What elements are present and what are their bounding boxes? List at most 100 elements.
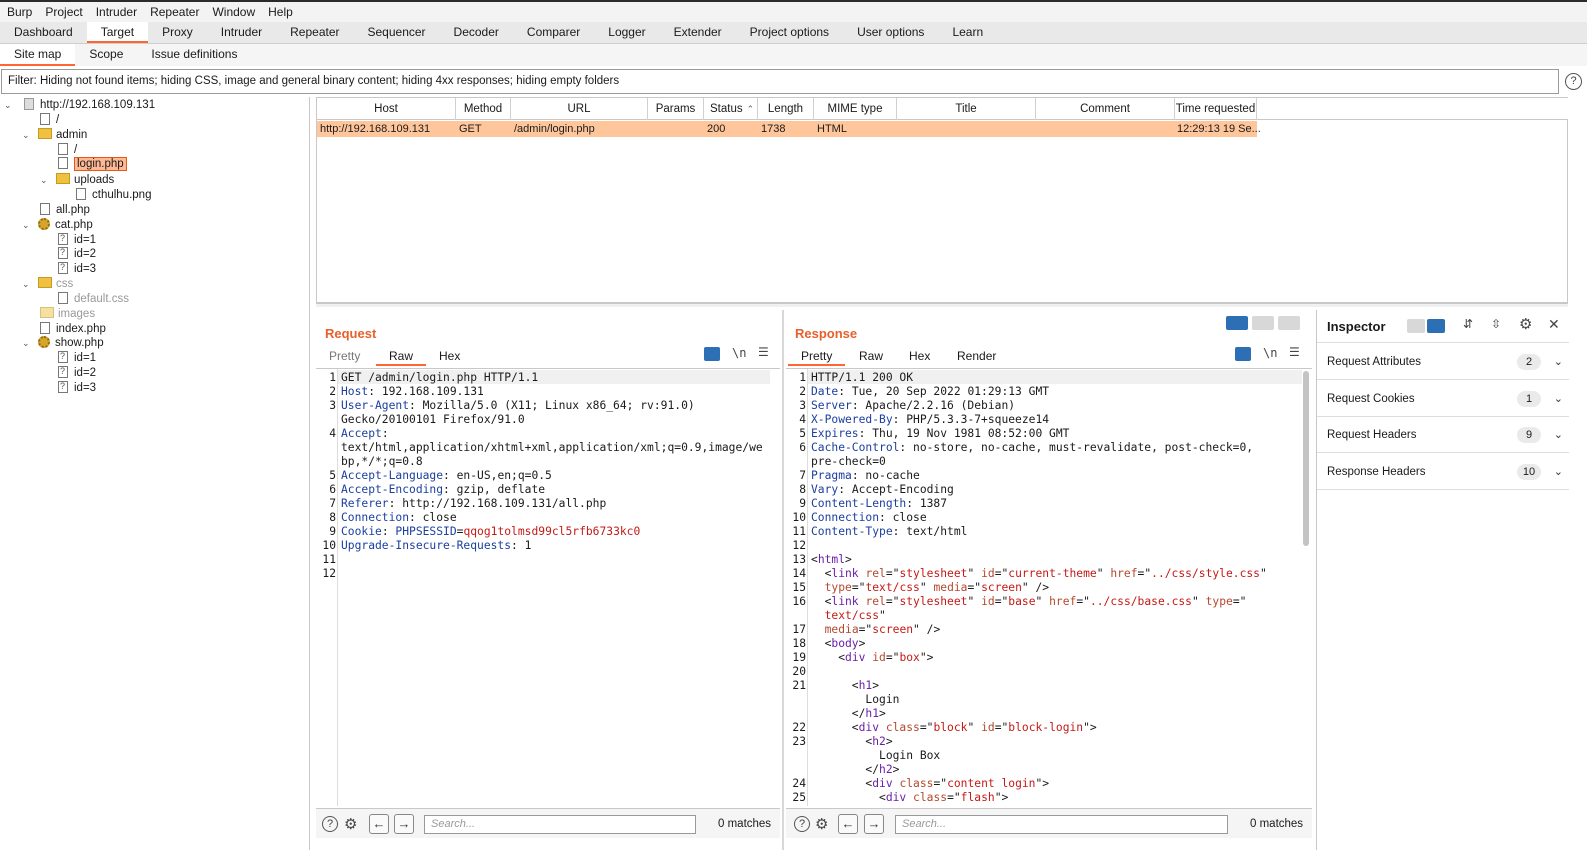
menu-repeater[interactable]: Repeater bbox=[145, 5, 207, 19]
column-header-time-requested[interactable]: Time requested bbox=[1175, 98, 1257, 120]
request-editor[interactable]: 1 GET /admin/login.php HTTP/1.1 2 Host: 192… bbox=[316, 368, 780, 806]
tab-decoder[interactable]: Decoder bbox=[440, 22, 513, 43]
filter-bar[interactable]: Filter: Hiding not found items; hiding C… bbox=[1, 69, 1559, 94]
next-match-button[interactable]: → bbox=[394, 814, 414, 834]
menu-burp[interactable]: Burp bbox=[2, 5, 40, 19]
tab-issue-definitions[interactable]: Issue definitions bbox=[137, 44, 251, 66]
chevron-down-icon[interactable]: ⌄ bbox=[22, 336, 30, 351]
next-match-button[interactable]: → bbox=[864, 814, 884, 834]
column-header-method[interactable]: Method bbox=[456, 98, 511, 120]
inspector-layout-split-button[interactable] bbox=[1427, 319, 1445, 333]
line-number: 16 bbox=[792, 595, 806, 608]
response-scrollbar[interactable] bbox=[1303, 371, 1309, 546]
tree-item-cat-id3[interactable]: id=3 bbox=[58, 260, 96, 277]
request-tab-raw[interactable]: Raw bbox=[376, 346, 427, 366]
column-header-title[interactable]: Title bbox=[897, 98, 1036, 120]
tree-label: id=1 bbox=[74, 234, 97, 246]
tab-comparer[interactable]: Comparer bbox=[513, 22, 594, 43]
tree-item-css[interactable]: ⌄ css bbox=[22, 277, 73, 292]
help-icon[interactable]: ? bbox=[322, 816, 338, 832]
layout-split-horizontal-button[interactable] bbox=[1226, 316, 1248, 330]
chevron-down-icon[interactable]: ⌄ bbox=[40, 173, 48, 188]
help-icon[interactable]: ? bbox=[1565, 73, 1582, 90]
chevron-down-icon[interactable]: ⌄ bbox=[22, 277, 30, 292]
newline-toggle-icon[interactable]: \n bbox=[1263, 346, 1277, 360]
chevron-down-icon[interactable]: ⌄ bbox=[22, 218, 30, 233]
column-header-length[interactable]: Length bbox=[758, 98, 814, 120]
tree-item-default-css[interactable]: default.css bbox=[58, 292, 129, 307]
previous-match-button[interactable]: ← bbox=[369, 814, 389, 834]
previous-match-button[interactable]: ← bbox=[838, 814, 858, 834]
request-tab-hex[interactable]: Hex bbox=[426, 346, 473, 366]
response-tab-hex[interactable]: Hex bbox=[896, 346, 943, 366]
tree-item-uploads[interactable]: ⌄ uploads bbox=[40, 173, 114, 188]
column-header-host[interactable]: Host bbox=[317, 98, 456, 120]
table-row[interactable]: http://192.168.109.131 GET /admin/login.… bbox=[317, 121, 1261, 137]
column-header-url[interactable]: URL bbox=[511, 98, 648, 120]
menu-icon[interactable]: ☰ bbox=[1289, 345, 1300, 359]
column-header-status[interactable]: Status ⌃ bbox=[704, 98, 758, 120]
inspector-section-request-headers[interactable]: Request Headers 9 ⌄ bbox=[1317, 417, 1569, 453]
tab-target[interactable]: Target bbox=[86, 22, 149, 43]
tab-learn[interactable]: Learn bbox=[938, 22, 997, 43]
inspector-section-request-cookies[interactable]: Request Cookies 1 ⌄ bbox=[1317, 381, 1569, 417]
target-sub-tab-bar: Site map Scope Issue definitions bbox=[0, 44, 1587, 66]
tab-extender[interactable]: Extender bbox=[660, 22, 736, 43]
menu-project[interactable]: Project bbox=[40, 5, 90, 19]
inspector-section-response-headers[interactable]: Response Headers 10 ⌄ bbox=[1317, 454, 1569, 490]
column-header-comment[interactable]: Comment bbox=[1036, 98, 1175, 120]
newline-toggle-icon[interactable]: \n bbox=[732, 346, 746, 360]
expand-all-icon[interactable]: ⇵ bbox=[1463, 317, 1473, 331]
settings-gear-icon[interactable]: ⚙ bbox=[815, 815, 828, 833]
settings-gear-icon[interactable]: ⚙ bbox=[1519, 315, 1532, 333]
tab-intruder[interactable]: Intruder bbox=[207, 22, 276, 43]
tab-proxy[interactable]: Proxy bbox=[148, 22, 207, 43]
help-icon[interactable]: ? bbox=[794, 816, 810, 832]
tree-item-host[interactable]: ⌄ http://192.168.109.131 bbox=[4, 98, 155, 113]
tab-project-options[interactable]: Project options bbox=[736, 22, 843, 43]
column-header-params[interactable]: Params bbox=[648, 98, 704, 120]
menu-window[interactable]: Window bbox=[207, 5, 263, 19]
column-header-mime-type[interactable]: MIME type bbox=[814, 98, 897, 120]
request-search-input[interactable]: Search... bbox=[424, 815, 696, 834]
tab-scope[interactable]: Scope bbox=[75, 44, 137, 66]
tree-item-images[interactable]: images bbox=[40, 307, 95, 322]
tree-item-cat[interactable]: ⌄ cat.php bbox=[22, 218, 93, 233]
layout-split-vertical-button[interactable] bbox=[1252, 316, 1274, 330]
tree-item-root[interactable]: / bbox=[40, 113, 59, 128]
tab-sequencer[interactable]: Sequencer bbox=[354, 22, 440, 43]
close-icon[interactable]: ✕ bbox=[1548, 316, 1560, 333]
request-response-splitter[interactable] bbox=[782, 310, 784, 850]
response-tab-raw[interactable]: Raw bbox=[846, 346, 896, 366]
tree-item-all[interactable]: all.php bbox=[40, 203, 90, 218]
tree-item-show-id3[interactable]: id=3 bbox=[58, 379, 96, 396]
tab-dashboard[interactable]: Dashboard bbox=[0, 22, 87, 43]
pane-splitter[interactable] bbox=[316, 303, 1568, 307]
response-editor[interactable]: 1 HTTP/1.1 200 OK 2 Date: Tue, 20 Sep 20… bbox=[786, 368, 1312, 806]
tab-user-options[interactable]: User options bbox=[843, 22, 938, 43]
response-search-input[interactable]: Search... bbox=[895, 815, 1228, 834]
tab-site-map[interactable]: Site map bbox=[0, 44, 76, 66]
inspector-layout-list-button[interactable] bbox=[1407, 319, 1425, 333]
tree-item-admin-root[interactable]: / bbox=[58, 143, 77, 158]
menu-icon[interactable]: ☰ bbox=[758, 345, 769, 359]
request-tab-pretty[interactable]: Pretty bbox=[316, 346, 373, 366]
menu-intruder[interactable]: Intruder bbox=[91, 5, 145, 19]
tab-logger[interactable]: Logger bbox=[594, 22, 659, 43]
chevron-down-icon[interactable]: ⌄ bbox=[4, 98, 12, 113]
menu-help[interactable]: Help bbox=[263, 5, 301, 19]
tree-item-admin[interactable]: ⌄ admin bbox=[22, 128, 87, 143]
collapse-all-icon[interactable]: ⇳ bbox=[1491, 317, 1501, 331]
response-tab-render[interactable]: Render bbox=[944, 346, 1009, 366]
layout-tabs-button[interactable] bbox=[1278, 316, 1300, 330]
word-wrap-icon[interactable] bbox=[1235, 347, 1251, 361]
inspector-section-request-attributes[interactable]: Request Attributes 2 ⌄ bbox=[1317, 344, 1569, 380]
tree-item-login[interactable]: login.php bbox=[58, 157, 127, 172]
tree-item-index[interactable]: index.php bbox=[40, 322, 106, 337]
response-tab-pretty[interactable]: Pretty bbox=[788, 346, 846, 366]
chevron-down-icon[interactable]: ⌄ bbox=[22, 128, 30, 143]
tree-item-cthulhu[interactable]: cthulhu.png bbox=[76, 188, 151, 203]
tab-repeater[interactable]: Repeater bbox=[276, 22, 353, 43]
word-wrap-icon[interactable] bbox=[704, 347, 720, 361]
settings-gear-icon[interactable]: ⚙ bbox=[344, 815, 357, 833]
